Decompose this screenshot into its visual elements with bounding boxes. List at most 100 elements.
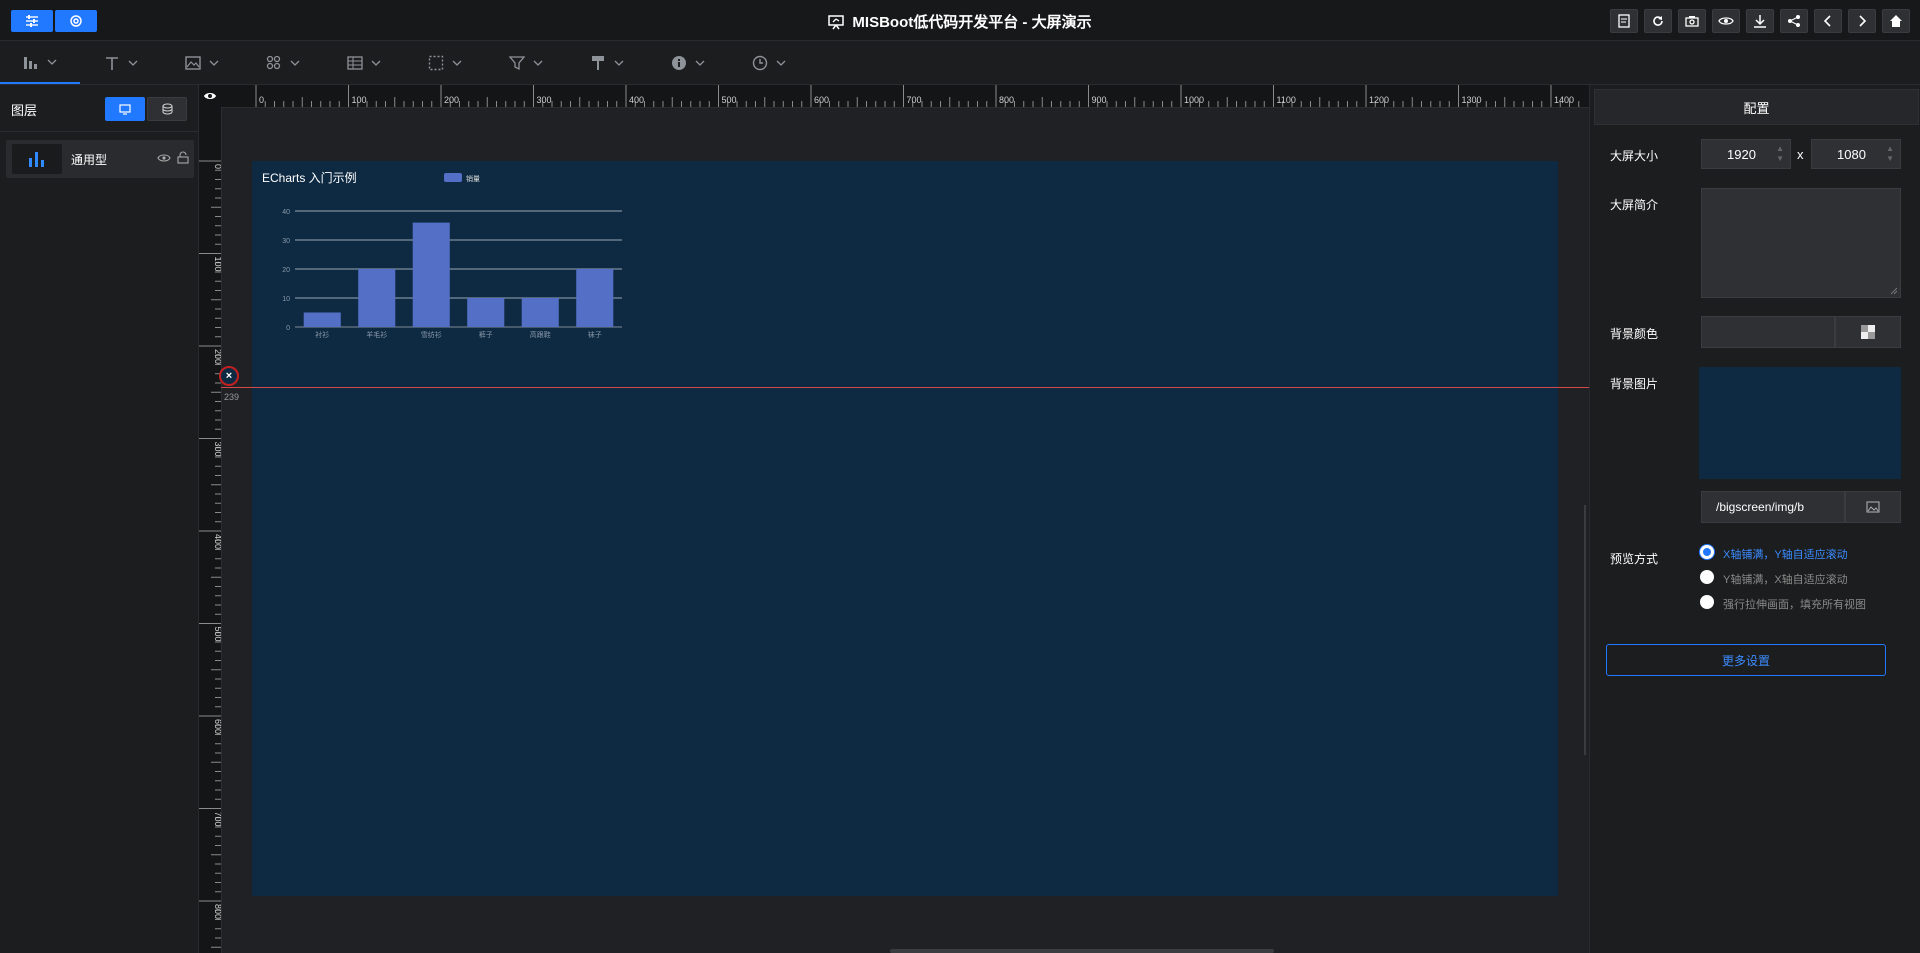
tool-frame[interactable] [405, 41, 485, 84]
notes-button[interactable] [1610, 9, 1638, 33]
bgimage-upload-button[interactable] [1845, 491, 1901, 523]
intro-textarea[interactable] [1701, 188, 1901, 298]
prev-button[interactable] [1814, 9, 1842, 33]
size-separator: x [1797, 147, 1804, 162]
tool-timer[interactable] [729, 41, 809, 84]
text-icon [106, 56, 118, 70]
layer-thumbnail [12, 144, 62, 174]
x-tick-label: 雪纺衫 [421, 330, 442, 339]
horizontal-ruler[interactable]: 0 100 200 300 400 500 600 700 800 900 1000 1100 1200… [199, 85, 1589, 108]
bar[interactable] [467, 298, 505, 327]
x-tick-label: 袜子 [588, 330, 602, 339]
layer-item[interactable]: 通用型 [6, 140, 194, 178]
data-view-toggle[interactable] [147, 97, 187, 121]
preview-option-1-text[interactable]: X轴铺满，Y轴自适应滚动 [1723, 546, 1848, 562]
lock-icon[interactable] [177, 151, 189, 167]
config-panel-title: 配置 [1594, 89, 1919, 125]
intro-label: 大屏简介 [1610, 198, 1659, 212]
timer-icon [752, 55, 768, 70]
ruler-tick-label: 600 [213, 719, 221, 734]
height-stepper[interactable]: ▲ ▼ [1886, 144, 1894, 164]
info-icon [672, 55, 686, 70]
chevron-down-icon [614, 60, 624, 66]
guide-line[interactable] [221, 387, 1589, 388]
home-icon [1890, 15, 1902, 27]
bar[interactable] [521, 298, 559, 327]
ruler-tick-label: 300 [537, 95, 552, 105]
bar[interactable] [412, 222, 450, 327]
tool-image[interactable] [162, 41, 242, 84]
size-label: 大屏大小 [1610, 149, 1659, 163]
y-tick-label: 20 [282, 267, 290, 274]
table-icon [347, 55, 363, 70]
chevron-down-icon [209, 60, 219, 66]
tool-info[interactable] [648, 41, 728, 84]
download-button[interactable] [1746, 9, 1774, 33]
ruler-tick-label: 1100 [1277, 95, 1296, 105]
tool-table[interactable] [324, 41, 404, 84]
preview-option-1-radio[interactable] [1700, 545, 1714, 559]
presentation-icon [828, 14, 845, 34]
top-bar: MISBoot低代码开发平台 - 大屏演示 [0, 0, 1920, 41]
tool-text[interactable] [81, 41, 161, 84]
home-button[interactable] [1882, 9, 1910, 33]
tool-component[interactable] [243, 41, 323, 84]
tool-chart[interactable] [0, 41, 80, 84]
vertical-scrollbar[interactable] [1584, 505, 1586, 755]
preview-option-3-radio[interactable] [1700, 595, 1714, 609]
more-settings-button[interactable]: 更多设置 [1606, 644, 1886, 676]
height-input[interactable]: 1080 ▲ ▼ [1811, 139, 1901, 169]
preview-option-3-text[interactable]: 强行拉伸画面，填充所有视图 [1723, 596, 1866, 612]
bar[interactable] [576, 269, 614, 327]
preview-option-2-radio[interactable] [1700, 570, 1714, 584]
echart-component[interactable]: ECharts 入门示例 销量 衬衫 羊毛衫 雪纺衫 裤子 高跟鞋 袜子 0 10 20 30 4… [252, 161, 632, 351]
tool-paint[interactable] [567, 41, 647, 84]
bar[interactable] [303, 312, 341, 328]
width-stepper[interactable]: ▲ ▼ [1776, 144, 1784, 164]
x-tick-label: 高跟鞋 [530, 330, 551, 339]
paint-icon [592, 55, 604, 70]
guide-remove-button[interactable]: × [219, 366, 239, 386]
bgimage-path-input[interactable]: /bigscreen/img/b [1701, 491, 1845, 523]
download-icon [1754, 15, 1766, 28]
tool-filter[interactable] [486, 41, 566, 84]
horizontal-scrollbar[interactable] [890, 949, 1274, 953]
ruler-tick-label: 900 [1092, 95, 1107, 105]
ruler-tick-label: 800 [213, 904, 221, 919]
camera-icon [1685, 16, 1699, 27]
notes-icon [1618, 14, 1630, 28]
desktop-view-toggle[interactable] [105, 97, 145, 121]
ruler-tick-label: 400 [213, 534, 221, 549]
next-button[interactable] [1848, 9, 1876, 33]
visibility-toggle-icon[interactable] [157, 152, 171, 167]
preview-button[interactable] [1712, 9, 1740, 33]
chevron-down-icon [47, 59, 57, 65]
bgcolor-label: 背景颜色 [1610, 327, 1659, 341]
width-value: 1920 [1727, 146, 1756, 162]
component-toolbar [0, 41, 1920, 85]
bgimage-preview[interactable] [1699, 367, 1901, 479]
ruler-tick-label: 400 [629, 95, 644, 105]
layer-name: 通用型 [71, 153, 108, 167]
y-tick-label: 30 [282, 238, 290, 245]
share-icon [1788, 15, 1800, 27]
eye-icon [204, 93, 216, 99]
refresh-button[interactable] [1644, 9, 1672, 33]
database-icon [161, 103, 173, 115]
refresh-icon [1653, 16, 1663, 26]
chevron-down-icon [371, 60, 381, 66]
color-picker-button[interactable] [1835, 316, 1901, 348]
bar[interactable] [358, 269, 396, 327]
ruler-visibility-toggle[interactable] [199, 85, 221, 107]
preview-option-2-text[interactable]: Y轴铺满，X轴自适应滚动 [1723, 571, 1848, 587]
share-button[interactable] [1780, 9, 1808, 33]
legend-swatch [444, 173, 462, 182]
ruler-tick-label: 1000 [1184, 95, 1204, 105]
guide-position-label: 239 [224, 392, 240, 402]
chevron-down-icon [128, 60, 138, 66]
close-icon: × [225, 370, 233, 382]
screenshot-button[interactable] [1678, 9, 1706, 33]
vertical-ruler[interactable]: 0 100 200 300 400 500 600 700 800 [199, 107, 222, 953]
width-input[interactable]: 1920 ▲ ▼ [1701, 139, 1791, 169]
bgcolor-input[interactable] [1701, 316, 1835, 348]
